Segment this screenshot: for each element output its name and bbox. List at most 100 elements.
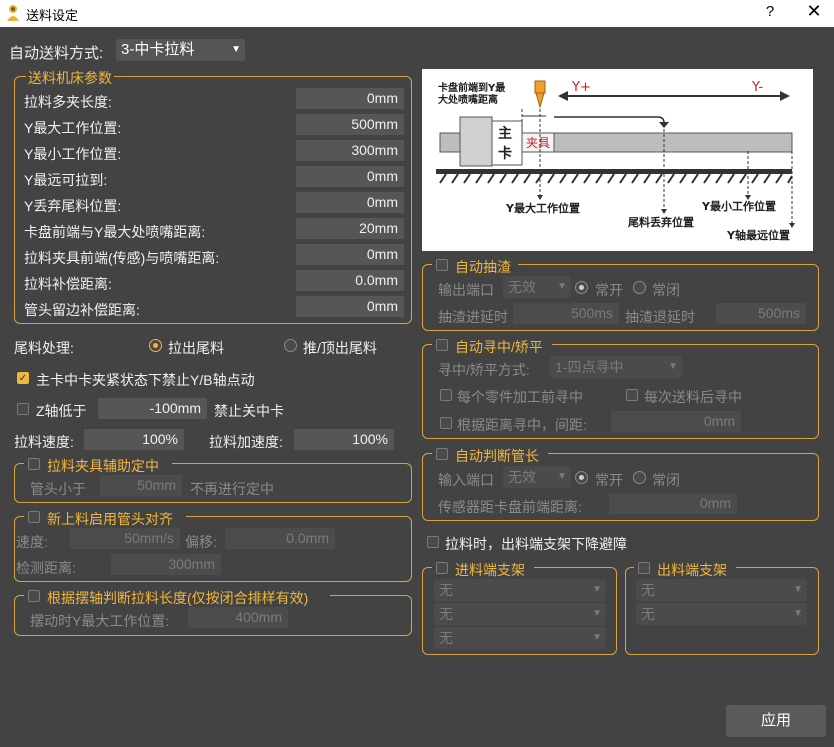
- chevron-down-icon: ▼: [231, 44, 241, 55]
- lock-y-checkbox[interactable]: ✓: [17, 372, 29, 384]
- in-support-value: 无: [439, 630, 453, 646]
- lower-support-checkbox[interactable]: [427, 536, 439, 548]
- tail-push-radio[interactable]: [284, 339, 297, 352]
- tail-pull-label: 拉出尾料: [168, 340, 224, 356]
- param-input[interactable]: 20mm: [296, 218, 404, 239]
- tube-end-sensor-label: 传感器距卡盘前端距离:: [438, 499, 582, 515]
- tube-end-nc-radio[interactable]: [633, 471, 646, 484]
- mode-label: 自动送料方式:: [9, 45, 104, 62]
- tube-end-sensor-input[interactable]: 0mm: [609, 493, 737, 514]
- center-method-select[interactable]: 1-四点寻中 ▼: [550, 356, 682, 378]
- in-support-value: 无: [439, 582, 453, 598]
- tube-end-checkbox[interactable]: [436, 448, 448, 460]
- center-each-part-checkbox[interactable]: [440, 389, 452, 401]
- tube-end-legend: 自动判断管长: [455, 448, 539, 464]
- center-by-dist-checkbox[interactable]: [440, 417, 452, 429]
- slag-legend: 自动抽渣: [455, 259, 511, 275]
- tube-end-port-label: 输入端口: [438, 472, 494, 488]
- diagram-y-plus: Y+: [571, 80, 591, 95]
- center-method-label: 寻中/矫平方式:: [438, 362, 530, 378]
- diagram-top-label-1: 卡盘前端到Y最: [438, 81, 506, 94]
- slag-nc-radio[interactable]: [633, 281, 646, 294]
- swing-input[interactable]: 400mm: [188, 607, 288, 628]
- tail-pull-radio[interactable]: [149, 339, 162, 352]
- param-input[interactable]: 0mm: [296, 166, 404, 187]
- center-checkbox[interactable]: [436, 339, 448, 351]
- pull-speed-label: 拉料速度:: [14, 434, 74, 450]
- pull-speed-input[interactable]: 100%: [84, 429, 184, 450]
- slag-port-select[interactable]: 无效 ▼: [503, 276, 571, 298]
- in-support-select-3[interactable]: 无 ▼: [434, 627, 606, 649]
- diagram-fixture: 夹具: [526, 136, 550, 150]
- window-title: 送料设定: [26, 8, 79, 23]
- swing-legend: 根据摆轴判断拉料长度(仅按闭合排样有效): [47, 590, 309, 606]
- apply-button[interactable]: 应用: [726, 705, 826, 737]
- slag-out-delay-input[interactable]: 500ms: [716, 303, 806, 324]
- close-button[interactable]: ✕: [804, 1, 824, 22]
- param-input[interactable]: 0mm: [296, 88, 404, 109]
- pull-acc-input[interactable]: 100%: [294, 429, 394, 450]
- slag-no-radio[interactable]: [575, 281, 588, 294]
- slag-port-label: 输出端口: [438, 282, 494, 298]
- param-label: Y丢弃尾料位置:: [24, 198, 122, 214]
- center-method-value: 1-四点寻中: [555, 359, 624, 375]
- out-support-value: 无: [641, 582, 655, 598]
- z-low-checkbox[interactable]: [17, 403, 29, 415]
- align-speed-input[interactable]: 50mm/s: [70, 528, 180, 549]
- fixture-input[interactable]: 50mm: [100, 475, 182, 496]
- swing-checkbox[interactable]: [28, 590, 40, 602]
- param-input[interactable]: 0mm: [296, 244, 404, 265]
- app-icon: [7, 5, 19, 21]
- in-support-select-1[interactable]: 无 ▼: [434, 579, 606, 601]
- feed-diagram: 卡盘前端到Y最 大处喷嘴距离 Y+ Y- 主 卡 夹具 Y最大工作位置 尾料丢弃…: [422, 69, 813, 251]
- param-input[interactable]: 500mm: [296, 114, 404, 135]
- param-label: 拉料夹具前端(传感)与喷嘴距离:: [24, 250, 220, 266]
- slag-checkbox[interactable]: [436, 259, 448, 271]
- param-input[interactable]: 0mm: [296, 296, 404, 317]
- param-input[interactable]: 0.0mm: [296, 270, 404, 291]
- center-dist-input[interactable]: 0mm: [611, 411, 741, 432]
- chevron-down-icon: ▼: [592, 608, 602, 619]
- fixture-legend: 拉料夹具辅助定中: [47, 458, 159, 474]
- diagram-ymin: Y最小工作位置: [701, 199, 776, 213]
- center-each-feed-checkbox[interactable]: [626, 389, 638, 401]
- tail-push-label: 推/顶出尾料: [303, 340, 377, 356]
- help-button[interactable]: ?: [763, 3, 777, 20]
- chevron-down-icon: ▼: [557, 281, 567, 292]
- in-support-checkbox[interactable]: [436, 562, 448, 574]
- title-bar: 送料设定 ? ✕: [0, 0, 834, 27]
- out-support-legend: 出料端支架: [657, 562, 727, 578]
- tube-end-no-radio[interactable]: [575, 471, 588, 484]
- align-checkbox[interactable]: [28, 511, 40, 523]
- out-support-checkbox[interactable]: [638, 562, 650, 574]
- center-each-feed-label: 每次送料后寻中: [644, 389, 742, 405]
- align-dist-label: 检测距离:: [16, 560, 76, 576]
- mode-select[interactable]: 3-中卡拉料 ▼: [116, 39, 245, 61]
- param-input[interactable]: 300mm: [296, 140, 404, 161]
- out-support-select-2[interactable]: 无 ▼: [636, 603, 807, 625]
- param-label: Y最小工作位置:: [24, 146, 122, 162]
- slag-in-delay-input[interactable]: 500ms: [513, 303, 619, 324]
- in-support-select-2[interactable]: 无 ▼: [434, 603, 606, 625]
- slag-nc-label: 常闭: [652, 282, 680, 298]
- slag-out-delay-label: 抽渣退延时: [625, 309, 695, 325]
- param-input[interactable]: 0mm: [296, 192, 404, 213]
- fixture-checkbox[interactable]: [28, 458, 40, 470]
- diagram-yfar: Y轴最远位置: [726, 228, 790, 242]
- lower-support-label: 拉料时，出料端支架下降避障: [445, 536, 627, 552]
- slag-no-label: 常开: [595, 282, 623, 298]
- align-legend: 新上料启用管头对齐: [47, 511, 173, 527]
- z-low-input[interactable]: -100mm: [98, 398, 207, 419]
- fixture-post-label: 不再进行定中: [190, 481, 274, 497]
- in-support-legend: 进料端支架: [455, 562, 525, 578]
- diagram-tail-pos: 尾料丢弃位置: [627, 215, 694, 229]
- tube-end-port-select[interactable]: 无效 ▼: [503, 466, 571, 488]
- param-label: Y最大工作位置:: [24, 120, 122, 136]
- out-support-select-1[interactable]: 无 ▼: [636, 579, 807, 601]
- chevron-down-icon: ▼: [592, 632, 602, 643]
- align-offset-input[interactable]: 0.0mm: [225, 528, 335, 549]
- align-dist-input[interactable]: 300mm: [111, 554, 221, 575]
- swing-label: 摆动时Y最大工作位置:: [30, 613, 170, 629]
- fixture-pre-label: 管头小于: [30, 481, 86, 497]
- diagram-y-minus: Y-: [751, 80, 763, 95]
